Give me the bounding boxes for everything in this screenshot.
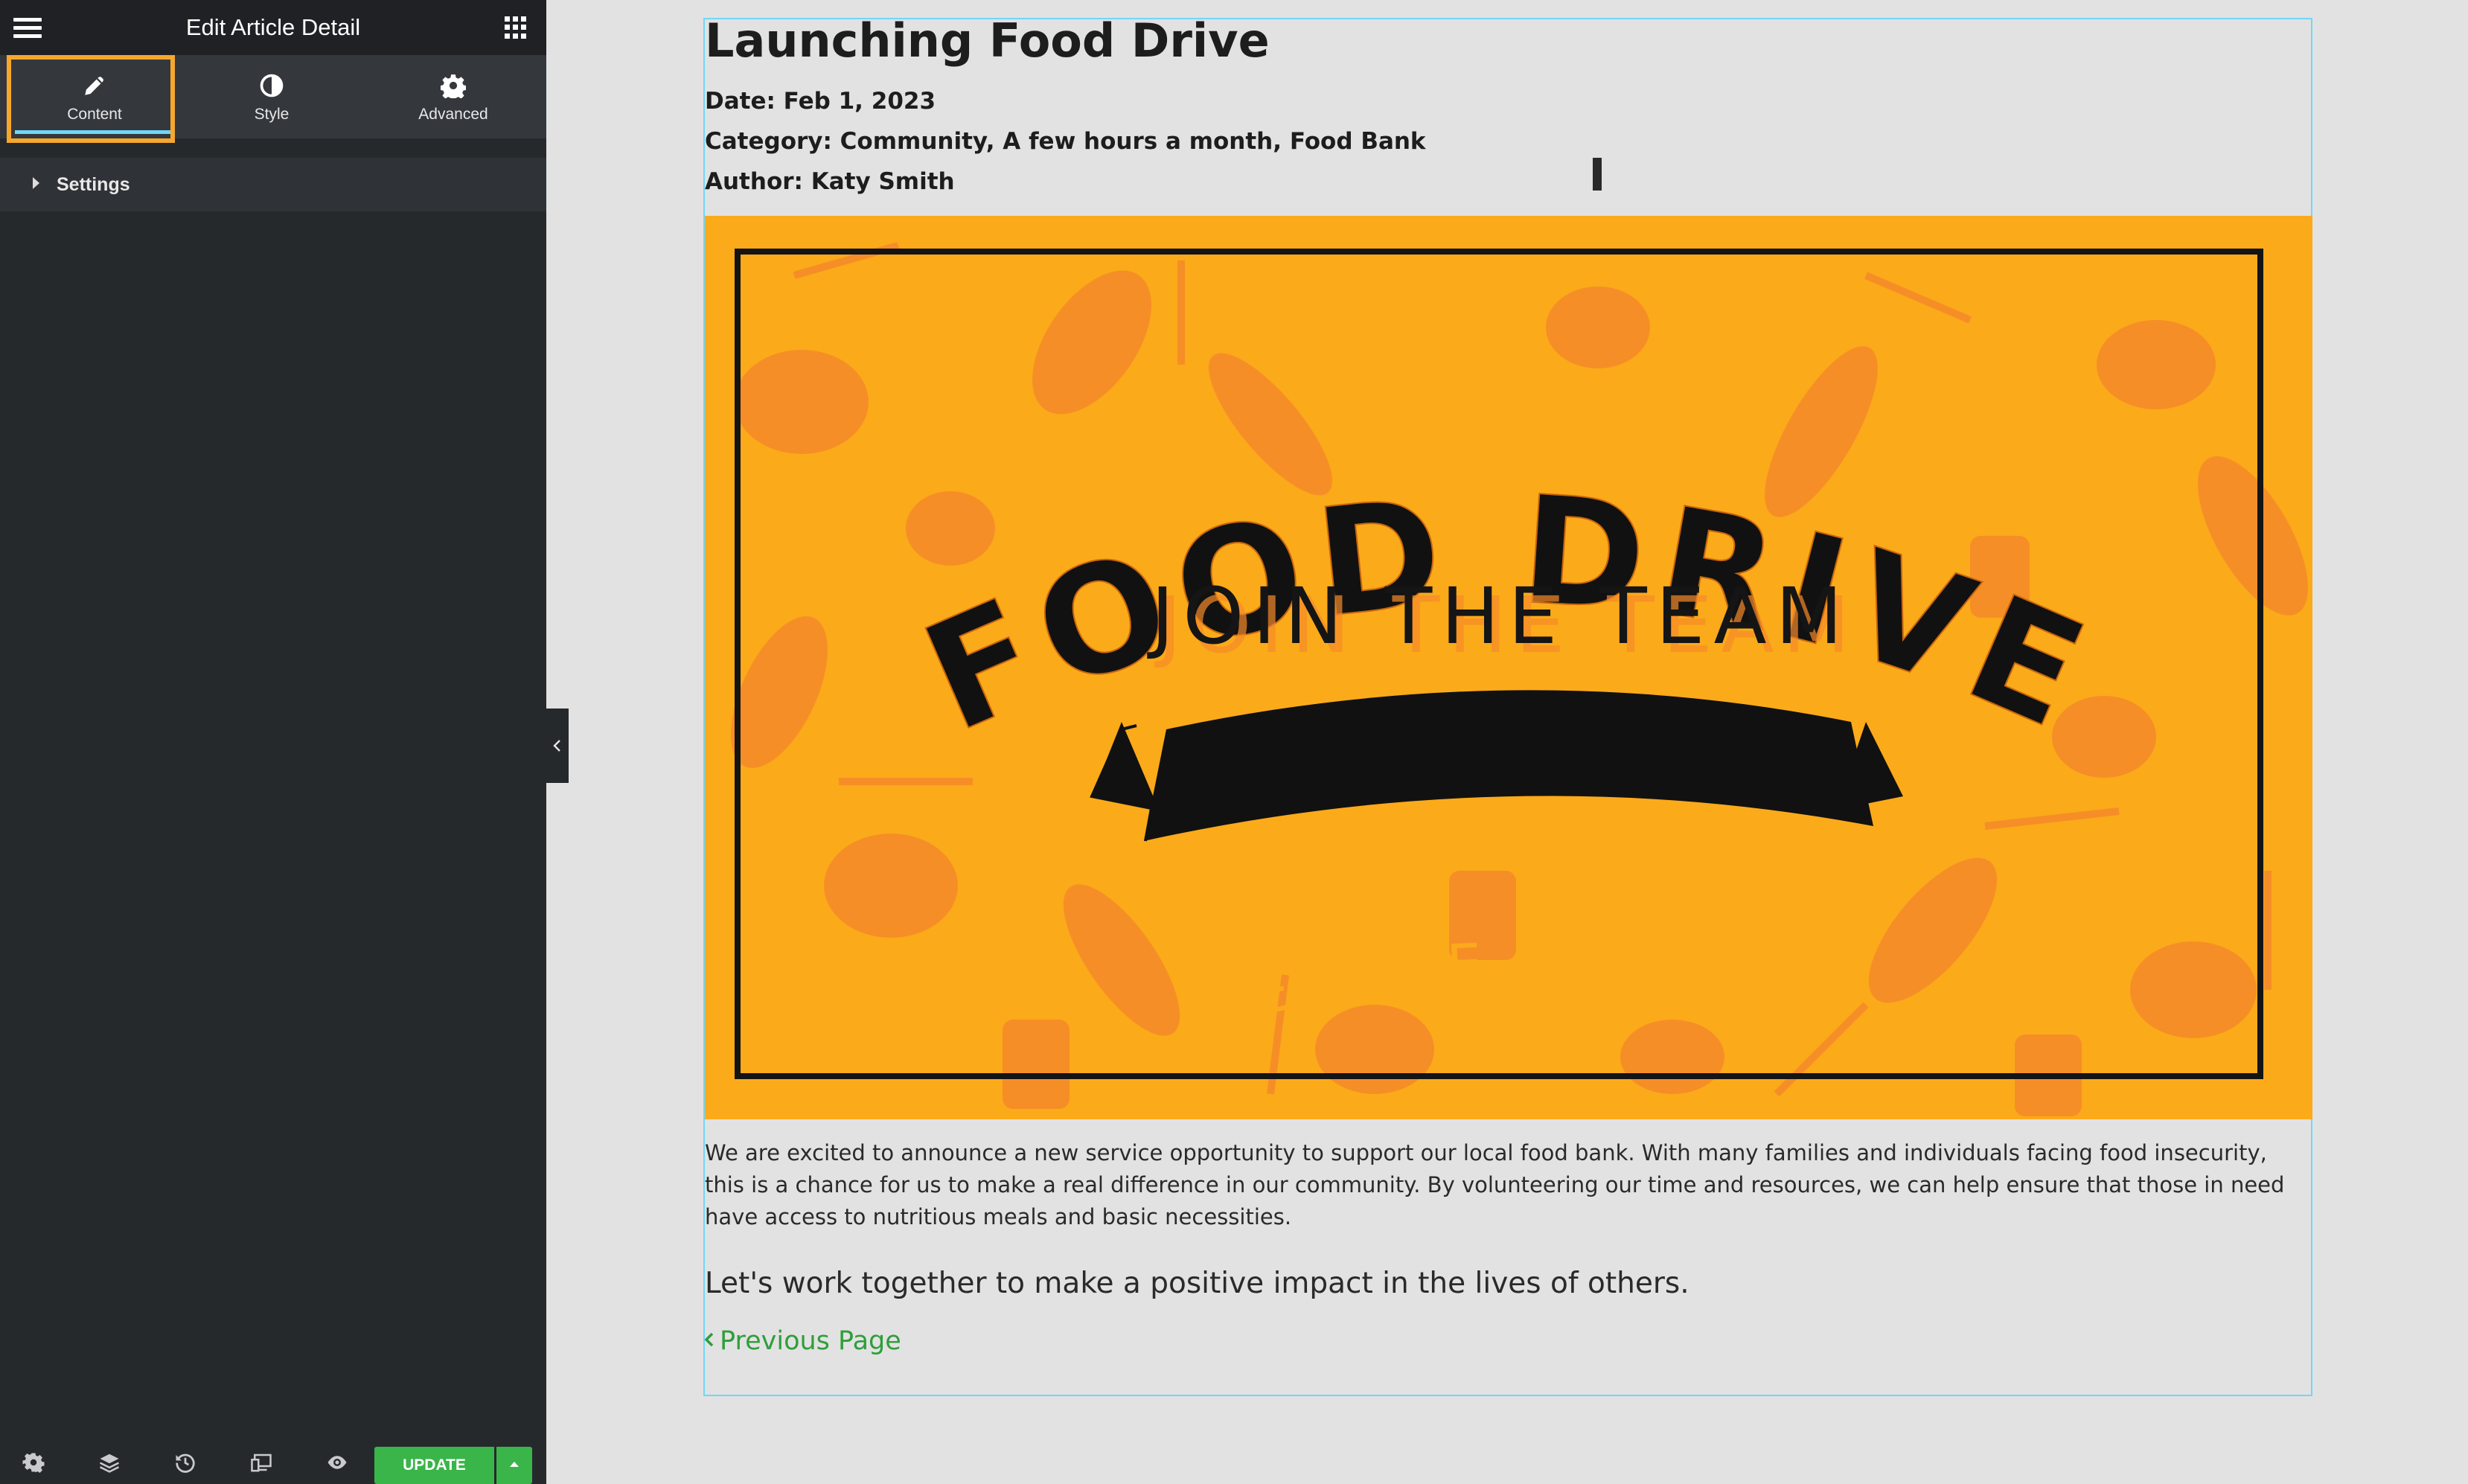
settings-section-label: Settings [57, 174, 130, 195]
food-drive-poster: FOOD DRIVE JOIN THE TEAM JOIN THE TEAM W… [705, 216, 2312, 1119]
hero-image[interactable]: FOOD DRIVE JOIN THE TEAM JOIN THE TEAM W… [705, 216, 2312, 1119]
layers-icon[interactable] [98, 1451, 121, 1474]
article-category: Category: Community, A few hours a month… [705, 128, 1426, 155]
tab-style[interactable]: Style [188, 55, 356, 138]
collapse-panel-button[interactable] [546, 709, 569, 783]
grid-icon[interactable] [505, 16, 527, 39]
article-body: We are excited to announce a new service… [705, 1140, 2285, 1229]
tab-content-label: Content [67, 106, 122, 123]
update-button[interactable]: UPDATE [374, 1447, 494, 1484]
tab-style-label: Style [254, 106, 290, 123]
caret-right-icon [33, 177, 39, 189]
tab-advanced-label: Advanced [418, 106, 488, 123]
editor-panel: Edit Article Detail Content Style Advanc… [0, 0, 546, 1484]
responsive-icon[interactable] [250, 1451, 272, 1474]
panel-tabs: Content Style Advanced [0, 55, 546, 138]
article-lead: Let's work together to make a positive i… [705, 1267, 1689, 1300]
previous-page-label: Previous Page [720, 1326, 901, 1356]
chevron-left-icon [553, 740, 560, 752]
article-title: Launching Food Drive [705, 13, 1270, 68]
half-circle-icon [260, 74, 284, 97]
update-options-button[interactable] [496, 1447, 532, 1484]
pencil-icon [85, 77, 103, 95]
preview-eye-icon[interactable] [326, 1451, 348, 1474]
gear-icon [441, 74, 466, 98]
active-tab-indicator [15, 130, 174, 134]
text-cursor [1593, 158, 1602, 191]
settings-section-toggle[interactable]: Settings [0, 158, 546, 211]
settings-icon[interactable] [22, 1451, 45, 1474]
article-date: Date: Feb 1, 2023 [705, 88, 936, 115]
previous-page-link[interactable]: Previous Page [703, 1326, 901, 1362]
tab-advanced[interactable]: Advanced [369, 55, 537, 138]
chevron-left-icon [704, 1332, 714, 1347]
history-icon[interactable] [174, 1451, 196, 1474]
panel-title: Edit Article Detail [185, 14, 361, 40]
hero-subheadline: JOIN THE TEAM [1147, 571, 1852, 662]
panel-header: Edit Article Detail [0, 0, 546, 55]
tab-content[interactable]: Content [10, 55, 179, 138]
caret-up-icon [510, 1462, 519, 1467]
article-author: Author: Katy Smith [705, 168, 955, 195]
